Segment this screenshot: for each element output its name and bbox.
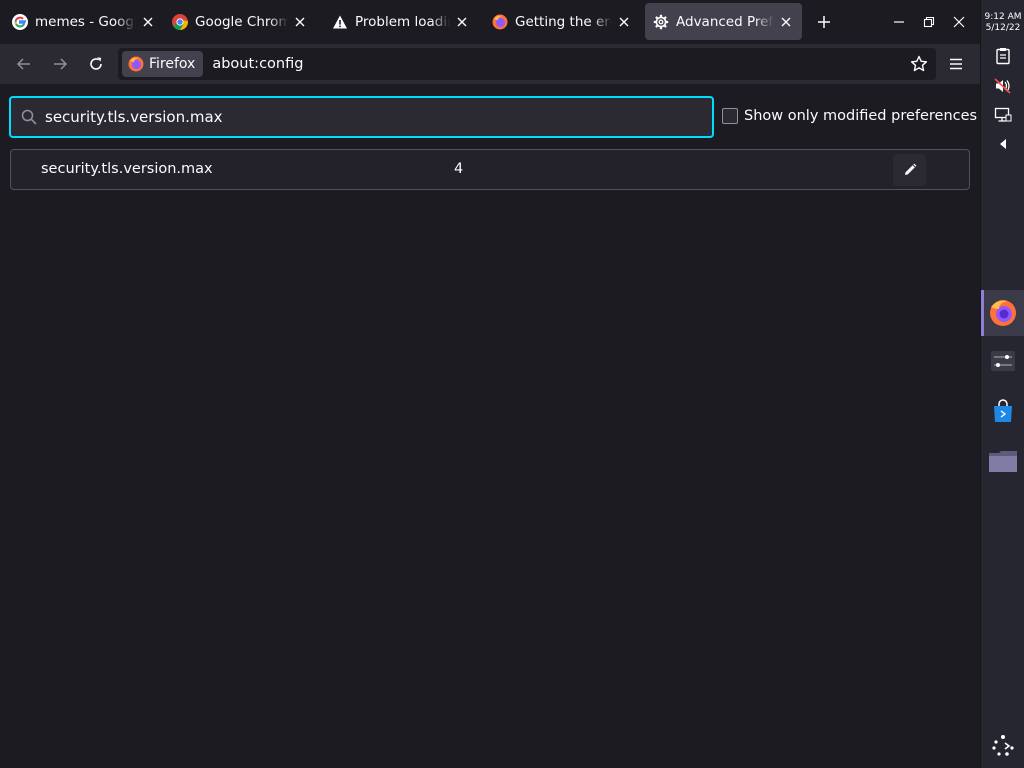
preference-row[interactable]: security.tls.version.max 4 bbox=[10, 149, 970, 190]
clipboard-icon[interactable] bbox=[993, 46, 1013, 66]
store-bag-icon bbox=[994, 399, 1012, 422]
show-modified-toggle[interactable]: Show only modified preferences bbox=[722, 108, 977, 124]
taskbar-app-settings[interactable] bbox=[981, 338, 1024, 384]
bookmark-star-button[interactable] bbox=[908, 53, 930, 75]
preference-search-box[interactable] bbox=[9, 96, 714, 138]
folder-icon bbox=[989, 451, 1017, 472]
settings-sliders-icon bbox=[991, 351, 1015, 371]
about-config-page: Show only modified preferences security.… bbox=[0, 84, 980, 768]
tab-getting-the-error[interactable]: Getting the error bbox=[484, 3, 640, 40]
tab-advanced-preferences[interactable]: Advanced Preferences bbox=[645, 3, 802, 40]
tab-google-chrome[interactable]: Google Chrome bbox=[164, 3, 316, 40]
back-arrow-icon bbox=[16, 58, 30, 70]
preference-value: 4 bbox=[454, 161, 464, 177]
navigation-toolbar: Firefox about:config bbox=[0, 44, 980, 84]
network-monitor-icon[interactable] bbox=[993, 105, 1013, 125]
collapse-left-arrow-icon[interactable] bbox=[993, 134, 1013, 154]
tab-title: Advanced Preferences bbox=[676, 13, 774, 30]
url-bar[interactable]: Firefox about:config bbox=[118, 48, 936, 80]
forward-arrow-icon bbox=[54, 58, 68, 70]
search-input[interactable] bbox=[45, 108, 685, 126]
star-icon bbox=[910, 55, 928, 72]
forward-button[interactable] bbox=[46, 50, 74, 78]
clock-time: 9:12 AM bbox=[984, 12, 1022, 22]
back-button[interactable] bbox=[10, 50, 38, 78]
close-window-button[interactable] bbox=[947, 10, 971, 34]
minimize-icon bbox=[894, 21, 904, 23]
close-icon[interactable] bbox=[454, 14, 470, 30]
firefox-icon bbox=[492, 14, 508, 30]
close-icon[interactable] bbox=[616, 14, 632, 30]
screen: memes - Google Search Google Chrome Pr bbox=[0, 0, 1024, 768]
close-icon[interactable] bbox=[292, 14, 308, 30]
identity-label: Firefox bbox=[149, 56, 196, 72]
firefox-window: memes - Google Search Google Chrome Pr bbox=[0, 0, 980, 768]
reload-button[interactable] bbox=[82, 50, 110, 78]
speaker-muted-icon[interactable] bbox=[993, 76, 1013, 96]
search-icon bbox=[21, 109, 37, 125]
chrome-icon bbox=[172, 13, 188, 30]
preference-name: security.tls.version.max bbox=[41, 161, 213, 177]
app-menu-button[interactable] bbox=[943, 52, 969, 76]
tab-title: Getting the error bbox=[515, 13, 612, 30]
taskbar-app-firefox[interactable] bbox=[981, 290, 1024, 336]
taskbar: 9:12 AM 5/12/22 bbox=[980, 0, 1024, 768]
show-modified-checkbox[interactable] bbox=[722, 108, 738, 124]
tab-title: Problem loading page bbox=[355, 13, 450, 30]
google-g-icon bbox=[12, 13, 28, 30]
minimize-button[interactable] bbox=[887, 10, 911, 34]
tab-strip: memes - Google Search Google Chrome Pr bbox=[0, 0, 980, 44]
show-modified-label: Show only modified preferences bbox=[744, 108, 978, 124]
identity-box[interactable]: Firefox bbox=[122, 51, 204, 77]
taskbar-app-store[interactable] bbox=[981, 388, 1024, 434]
close-icon bbox=[953, 16, 965, 28]
new-tab-button[interactable] bbox=[812, 10, 836, 34]
close-icon[interactable] bbox=[778, 14, 794, 30]
warning-icon bbox=[332, 14, 348, 30]
gear-icon bbox=[653, 14, 669, 30]
clock-date: 5/12/22 bbox=[985, 23, 1021, 33]
url-text[interactable]: about:config bbox=[212, 56, 303, 72]
tab-title: memes - Google Search bbox=[35, 13, 136, 30]
taskbar-app-file-manager[interactable] bbox=[981, 438, 1024, 484]
firefox-icon bbox=[990, 300, 1016, 326]
edit-preference-button[interactable] bbox=[893, 154, 926, 186]
restore-icon bbox=[923, 16, 935, 28]
close-icon[interactable] bbox=[140, 14, 156, 30]
taskbar-clock[interactable]: 9:12 AM 5/12/22 bbox=[981, 12, 1024, 34]
restore-button[interactable] bbox=[917, 10, 941, 34]
tab-problem-loading-page[interactable]: Problem loading page bbox=[324, 3, 478, 40]
hamburger-menu-icon bbox=[950, 58, 962, 70]
tab-title: Google Chrome bbox=[195, 13, 288, 30]
plus-icon bbox=[818, 16, 830, 28]
reload-icon bbox=[90, 57, 102, 70]
app-launcher-icon[interactable] bbox=[991, 734, 1015, 758]
tab-memes-google-search[interactable]: memes - Google Search bbox=[4, 3, 164, 40]
pencil-icon bbox=[904, 163, 916, 175]
firefox-icon bbox=[128, 56, 144, 72]
